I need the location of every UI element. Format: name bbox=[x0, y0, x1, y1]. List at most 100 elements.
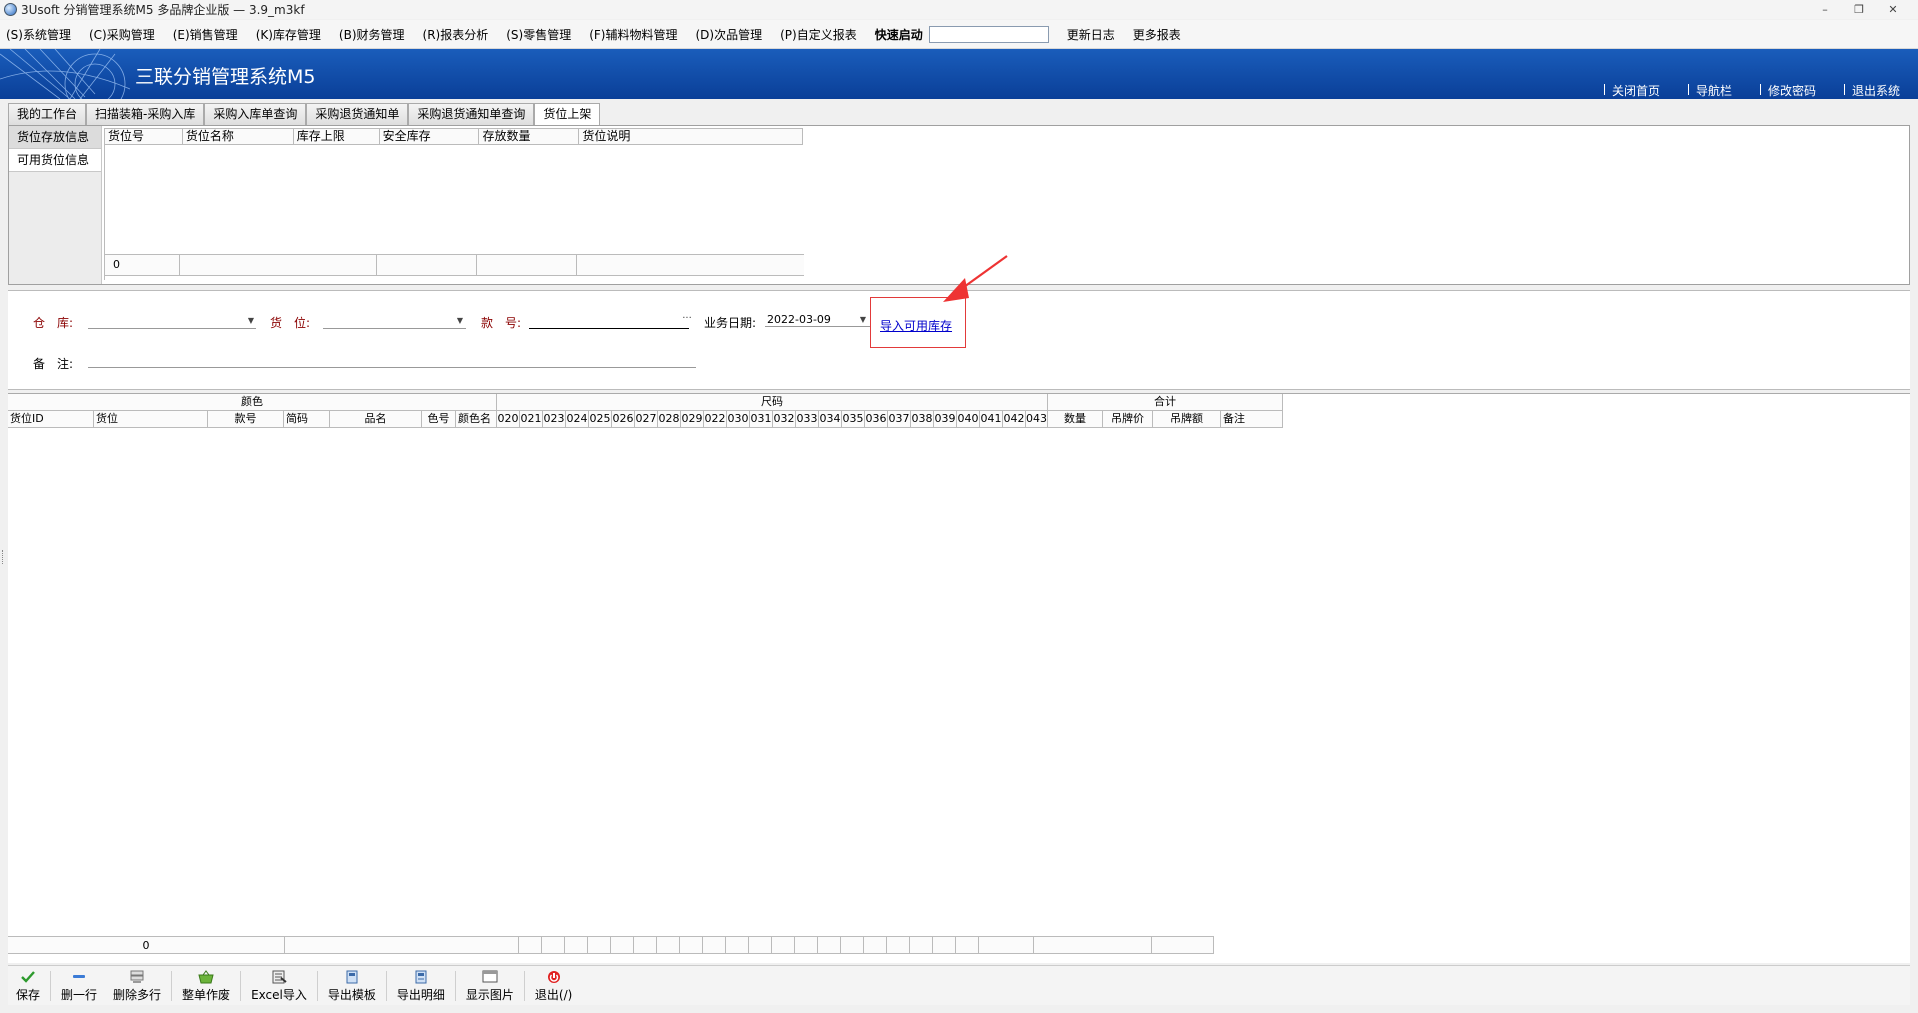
excel-import-button[interactable]: Excel导入 bbox=[243, 968, 315, 1004]
menu-materials[interactable]: (F)辅料物料管理 bbox=[589, 26, 677, 43]
col-location-desc[interactable]: 货位说明 bbox=[579, 129, 803, 144]
footer-cell bbox=[772, 937, 795, 953]
tab-return-notice[interactable]: 采购退货通知单 bbox=[306, 103, 409, 125]
col-location-no[interactable]: 货位号 bbox=[105, 129, 183, 144]
window-title: 3Usoft 分销管理系统M5 多品牌企业版 — 3.9_m3kf bbox=[21, 3, 305, 17]
col-size[interactable]: 034 bbox=[819, 411, 842, 428]
warehouse-select[interactable] bbox=[88, 313, 256, 329]
col-short-code[interactable]: 简码 bbox=[284, 411, 330, 428]
quick-start-input[interactable] bbox=[928, 25, 1049, 43]
col-style-no[interactable]: 款号 bbox=[208, 411, 284, 428]
minus-icon bbox=[70, 969, 88, 985]
exit-button[interactable]: 退出(/) bbox=[527, 968, 580, 1004]
col-remark[interactable]: 备注 bbox=[1221, 411, 1283, 428]
chevron-down-icon[interactable]: ▼ bbox=[857, 313, 869, 327]
col-size[interactable]: 025 bbox=[589, 411, 612, 428]
col-size[interactable]: 030 bbox=[727, 411, 750, 428]
col-product-name[interactable]: 品名 bbox=[330, 411, 422, 428]
col-safety-stock[interactable]: 安全库存 bbox=[380, 129, 480, 144]
detail-grid[interactable]: 颜色 尺码 合计 货位ID 货位 款号 简码 品名 色号 颜色名 020 021… bbox=[8, 393, 1910, 963]
side-tab-available-location[interactable]: 可用货位信息 bbox=[9, 149, 101, 172]
col-size[interactable]: 038 bbox=[911, 411, 934, 428]
col-size[interactable]: 037 bbox=[888, 411, 911, 428]
col-size[interactable]: 042 bbox=[1003, 411, 1026, 428]
export-template-button[interactable]: 导出模板 bbox=[320, 968, 384, 1004]
col-quantity[interactable]: 数量 bbox=[1048, 411, 1103, 428]
update-log-link[interactable]: 更新日志 bbox=[1067, 26, 1115, 43]
menu-sales[interactable]: (E)销售管理 bbox=[173, 26, 238, 43]
minimize-icon[interactable]: – bbox=[1808, 0, 1842, 19]
col-size[interactable]: 041 bbox=[980, 411, 1003, 428]
footer-cell bbox=[841, 937, 864, 953]
exit-system-link[interactable]: 退出系统 bbox=[1843, 82, 1900, 99]
col-size[interactable]: 032 bbox=[773, 411, 796, 428]
app-banner: 三联分销管理系统M5 关闭首页 导航栏 修改密码 退出系统 bbox=[0, 49, 1918, 99]
style-input[interactable] bbox=[529, 313, 689, 329]
show-picture-button[interactable]: 显示图片 bbox=[458, 968, 522, 1004]
tab-return-notice-query[interactable]: 采购退货通知单查询 bbox=[408, 103, 535, 125]
export-detail-button[interactable]: 导出明细 bbox=[389, 968, 453, 1004]
col-size[interactable]: 031 bbox=[750, 411, 773, 428]
footer-cell bbox=[979, 937, 1034, 953]
side-tab-location-storage[interactable]: 货位存放信息 bbox=[9, 126, 101, 149]
col-size[interactable]: 022 bbox=[704, 411, 727, 428]
menu-defective[interactable]: (D)次品管理 bbox=[696, 26, 763, 43]
browse-icon[interactable]: ··· bbox=[680, 312, 694, 326]
col-size[interactable]: 033 bbox=[796, 411, 819, 428]
splitter-handle[interactable] bbox=[2, 550, 5, 564]
col-color-code[interactable]: 色号 bbox=[422, 411, 456, 428]
import-available-stock-link[interactable]: 导入可用库存 bbox=[880, 317, 952, 334]
col-size[interactable]: 026 bbox=[612, 411, 635, 428]
change-password-link[interactable]: 修改密码 bbox=[1759, 82, 1816, 99]
menu-reports[interactable]: (R)报表分析 bbox=[423, 26, 489, 43]
col-stock-limit[interactable]: 库存上限 bbox=[294, 129, 380, 144]
tab-location-shelving[interactable]: 货位上架 bbox=[534, 103, 601, 126]
navbar-link[interactable]: 导航栏 bbox=[1687, 82, 1732, 99]
col-tag-price[interactable]: 吊牌价 bbox=[1103, 411, 1153, 428]
col-size[interactable]: 027 bbox=[635, 411, 658, 428]
chevron-down-icon[interactable]: ▼ bbox=[454, 314, 466, 328]
menu-purchase[interactable]: (C)采购管理 bbox=[89, 26, 155, 43]
col-tag-amount[interactable]: 吊牌额 bbox=[1153, 411, 1221, 428]
more-reports-link[interactable]: 更多报表 bbox=[1133, 26, 1181, 43]
void-order-button[interactable]: 整单作废 bbox=[174, 968, 238, 1004]
col-size[interactable]: 023 bbox=[543, 411, 566, 428]
menu-finance[interactable]: (B)财务管理 bbox=[339, 26, 405, 43]
menu-custom-reports[interactable]: (P)自定义报表 bbox=[780, 26, 857, 43]
footer-cell bbox=[180, 255, 377, 275]
restore-icon[interactable]: ❐ bbox=[1842, 0, 1876, 19]
menu-inventory[interactable]: (K)库存管理 bbox=[256, 26, 321, 43]
delete-rows-button[interactable]: 删除多行 bbox=[105, 968, 169, 1004]
col-size[interactable]: 024 bbox=[566, 411, 589, 428]
col-size[interactable]: 028 bbox=[658, 411, 681, 428]
col-size[interactable]: 035 bbox=[842, 411, 865, 428]
tab-scan-packing[interactable]: 扫描装箱-采购入库 bbox=[86, 103, 205, 125]
col-location-id[interactable]: 货位ID bbox=[8, 411, 94, 428]
footer-cell bbox=[542, 937, 565, 953]
location-grid[interactable]: 货位号 货位名称 库存上限 安全库存 存放数量 货位说明 0 bbox=[104, 128, 804, 280]
close-icon[interactable]: ✕ bbox=[1876, 0, 1910, 19]
col-color-name[interactable]: 颜色名 bbox=[456, 411, 497, 428]
menu-system[interactable]: (S)系统管理 bbox=[6, 26, 71, 43]
col-stored-qty[interactable]: 存放数量 bbox=[479, 129, 580, 144]
tab-workbench[interactable]: 我的工作台 bbox=[8, 103, 87, 125]
col-size[interactable]: 040 bbox=[957, 411, 980, 428]
col-location-name[interactable]: 货位名称 bbox=[183, 129, 294, 144]
tab-purchase-query[interactable]: 采购入库单查询 bbox=[204, 103, 307, 125]
menu-retail[interactable]: (S)零售管理 bbox=[506, 26, 571, 43]
remark-input[interactable] bbox=[88, 352, 696, 368]
col-size[interactable]: 039 bbox=[934, 411, 957, 428]
location-side-tabs: 货位存放信息 可用货位信息 bbox=[9, 126, 102, 284]
col-size[interactable]: 036 bbox=[865, 411, 888, 428]
footer-cell bbox=[933, 937, 956, 953]
location-select[interactable] bbox=[323, 313, 466, 329]
chevron-down-icon[interactable]: ▼ bbox=[245, 314, 257, 328]
close-home-link[interactable]: 关闭首页 bbox=[1603, 82, 1660, 99]
delete-row-button[interactable]: 删一行 bbox=[53, 968, 105, 1004]
col-size[interactable]: 029 bbox=[681, 411, 704, 428]
col-size[interactable]: 021 bbox=[520, 411, 543, 428]
save-button[interactable]: 保存 bbox=[8, 968, 48, 1004]
col-size[interactable]: 043 bbox=[1026, 411, 1048, 428]
col-size[interactable]: 020 bbox=[497, 411, 520, 428]
col-location[interactable]: 货位 bbox=[94, 411, 208, 428]
